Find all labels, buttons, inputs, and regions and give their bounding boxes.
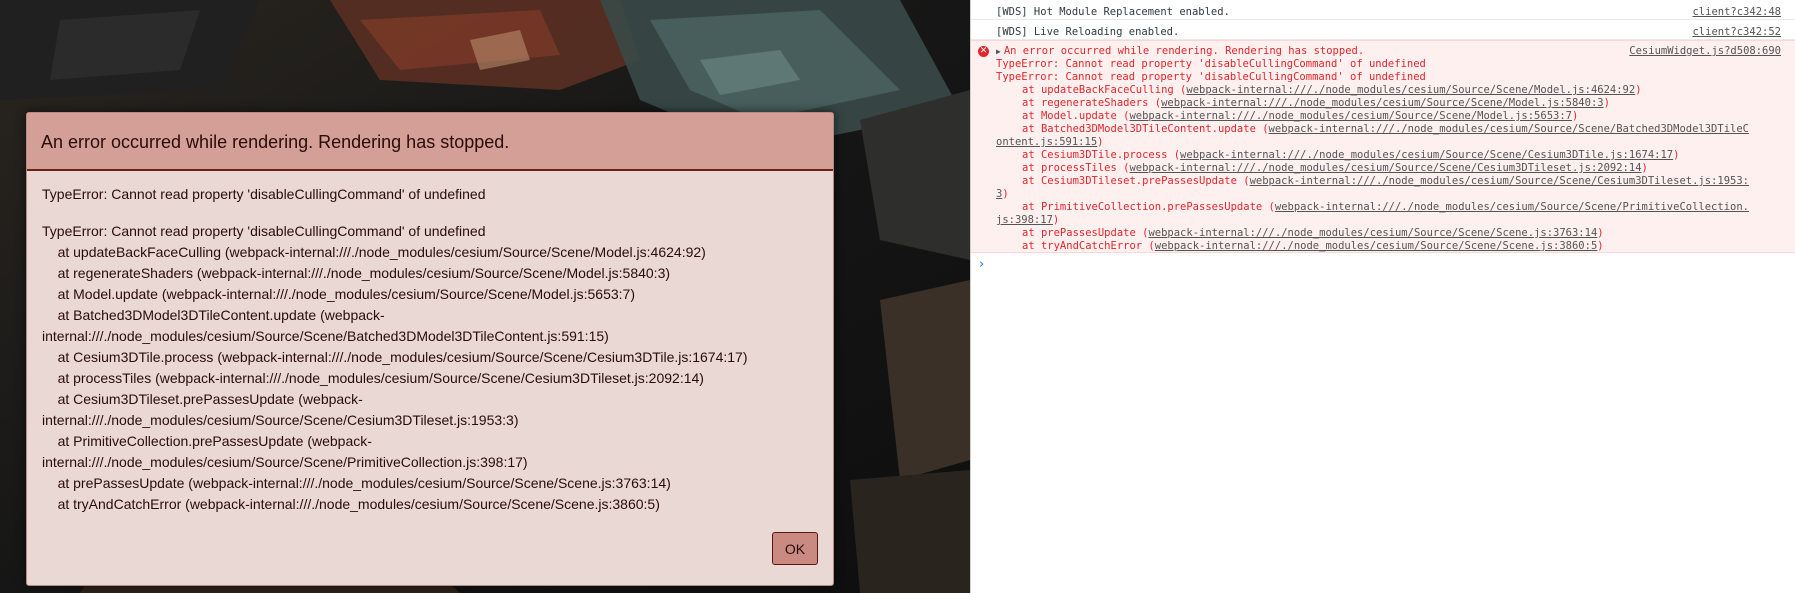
trace-line: at Cesium3DTileset.prePassesUpdate (webp…	[42, 391, 363, 407]
trace-line: at processTiles (webpack-internal:///./n…	[42, 370, 704, 386]
console-prompt-icon[interactable]: ›	[979, 258, 984, 271]
stack-frame: at tryAndCatchError (webpack-internal://…	[996, 240, 1781, 253]
stack-frame-function: at Cesium3DTile.process (	[1022, 149, 1181, 161]
log-source-link[interactable]: client?c342:48	[1692, 6, 1781, 19]
dialog-title: An error occurred while rendering. Rende…	[27, 113, 833, 171]
console-log-row: [WDS] Live Reloading enabled. client?c34…	[971, 20, 1795, 40]
stack-frame-end: )	[1603, 97, 1610, 109]
stack-frame-link[interactable]: webpack-internal:///./node_modules/cesiu…	[1180, 149, 1673, 161]
stack-frame: at Cesium3DTile.process (webpack-interna…	[996, 149, 1781, 162]
devtools-console[interactable]: [WDS] Hot Module Replacement enabled. cl…	[970, 0, 1795, 593]
stack-frame: at updateBackFaceCulling (webpack-intern…	[996, 84, 1781, 97]
log-message: [WDS] Hot Module Replacement enabled.	[996, 6, 1230, 18]
stack-frame-wrap: ontent.js:591:15)	[996, 136, 1781, 149]
stack-frame-link[interactable]: webpack-internal:///./node_modules/cesiu…	[1275, 201, 1749, 213]
stack-frame-link[interactable]: webpack-internal:///./node_modules/cesiu…	[1129, 110, 1572, 122]
stack-frame-wrap: 3)	[996, 188, 1781, 201]
trace-line: at Model.update (webpack-internal:///./n…	[42, 286, 636, 302]
trace-line: TypeError: Cannot read property 'disable…	[42, 223, 486, 239]
trace-line: at Cesium3DTile.process (webpack-interna…	[42, 349, 748, 365]
trace-line: at tryAndCatchError (webpack-internal://…	[42, 496, 660, 512]
stack-frame-end: )	[1673, 149, 1680, 161]
trace-line: at regenerateShaders (webpack-internal:/…	[42, 265, 671, 281]
expand-caret-icon[interactable]: ▶	[996, 47, 1001, 56]
stack-frame-end: )	[1597, 227, 1604, 239]
stack-frame-end: )	[1597, 240, 1604, 252]
stack-frame: at regenerateShaders (webpack-internal:/…	[996, 97, 1781, 110]
cesium-viewer[interactable]: An error occurred while rendering. Rende…	[0, 0, 970, 593]
stack-frame-link[interactable]: webpack-internal:///./node_modules/cesiu…	[1129, 162, 1641, 174]
stack-frame-end: )	[1635, 84, 1642, 96]
stack-frame: at prePassesUpdate (webpack-internal:///…	[996, 227, 1781, 240]
stack-frame-end: )	[1052, 214, 1060, 226]
dialog-body: TypeError: Cannot read property 'disable…	[27, 171, 833, 515]
console-error-row: ✕ ▶ An error occurred while rendering. Re…	[971, 40, 1795, 253]
stack-frame-link[interactable]: js:398:17	[996, 214, 1053, 226]
stack-frame-function: at Batched3DModel3DTileContent.update (	[1022, 123, 1269, 135]
console-log-row: [WDS] Hot Module Replacement enabled. cl…	[971, 0, 1795, 20]
stack-frame-function: at prePassesUpdate (	[1022, 227, 1149, 239]
error-line: TypeError: Cannot read property 'disable…	[996, 71, 1426, 83]
stack-frame: at Batched3DModel3DTileContent.update (w…	[996, 123, 1781, 136]
stack-frame-function: at tryAndCatchError (	[1022, 240, 1155, 252]
stack-frame: at PrimitiveCollection.prePassesUpdate (…	[996, 201, 1781, 214]
stack-frame-function: at Model.update (	[1022, 110, 1130, 122]
error-line: TypeError: Cannot read property 'disable…	[996, 58, 1426, 70]
dialog-message: TypeError: Cannot read property 'disable…	[42, 186, 486, 202]
trace-line: at Batched3DModel3DTileContent.update (w…	[42, 307, 385, 323]
stack-frame-link[interactable]: webpack-internal:///./node_modules/cesiu…	[1148, 227, 1597, 239]
stack-frame-link[interactable]: webpack-internal:///./node_modules/cesiu…	[1250, 175, 1749, 187]
stack-frame-link[interactable]: webpack-internal:///./node_modules/cesiu…	[1269, 123, 1749, 135]
stack-frame-link[interactable]: ontent.js:591:15	[996, 136, 1097, 148]
stack-frame: at processTiles (webpack-internal:///./n…	[996, 162, 1781, 175]
stack-frame-end: )	[1097, 136, 1104, 148]
stack-frame: at Cesium3DTileset.prePassesUpdate (webp…	[996, 175, 1781, 188]
dialog-stack-trace: TypeError: Cannot read property 'disable…	[42, 221, 818, 515]
stack-frame-function: at processTiles (	[1022, 162, 1130, 174]
stack-frame-link[interactable]: webpack-internal:///./node_modules/cesiu…	[1155, 240, 1598, 252]
error-circle-icon: ✕	[978, 46, 989, 57]
stack-frame-function: at updateBackFaceCulling (	[1022, 84, 1187, 96]
stack-frame: at Model.update (webpack-internal:///./n…	[996, 110, 1781, 123]
error-title: An error occurred while rendering. Rende…	[1003, 45, 1365, 57]
trace-line: at PrimitiveCollection.prePassesUpdate (…	[42, 433, 372, 449]
log-message: [WDS] Live Reloading enabled.	[996, 26, 1180, 38]
stack-frame-link[interactable]: webpack-internal:///./node_modules/cesiu…	[1186, 84, 1635, 96]
error-source-link[interactable]: CesiumWidget.js?d508:690	[1629, 45, 1781, 58]
stack-frame-end: )	[1641, 162, 1648, 174]
trace-line: internal:///./node_modules/cesium/Source…	[42, 412, 519, 428]
trace-line: at prePassesUpdate (webpack-internal:///…	[42, 475, 671, 491]
log-source-link[interactable]: client?c342:52	[1692, 26, 1781, 39]
stack-frame-end: )	[1571, 110, 1579, 122]
trace-line: internal:///./node_modules/cesium/Source…	[42, 454, 528, 470]
stack-frame-end: )	[1002, 188, 1009, 200]
error-dialog: An error occurred while rendering. Rende…	[26, 112, 834, 586]
stack-frame-function: at PrimitiveCollection.prePassesUpdate (	[1022, 201, 1275, 213]
error-stack: at updateBackFaceCulling (webpack-intern…	[996, 84, 1781, 253]
ok-button[interactable]: OK	[772, 532, 818, 565]
stack-frame-function: at Cesium3DTileset.prePassesUpdate (	[1022, 175, 1250, 187]
stack-frame-function: at regenerateShaders (	[1022, 97, 1162, 109]
stack-frame-link[interactable]: webpack-internal:///./node_modules/cesiu…	[1161, 97, 1604, 109]
trace-line: at updateBackFaceCulling (webpack-intern…	[42, 244, 706, 260]
stack-frame-wrap: js:398:17)	[996, 214, 1781, 227]
trace-line: internal:///./node_modules/cesium/Source…	[42, 328, 609, 344]
